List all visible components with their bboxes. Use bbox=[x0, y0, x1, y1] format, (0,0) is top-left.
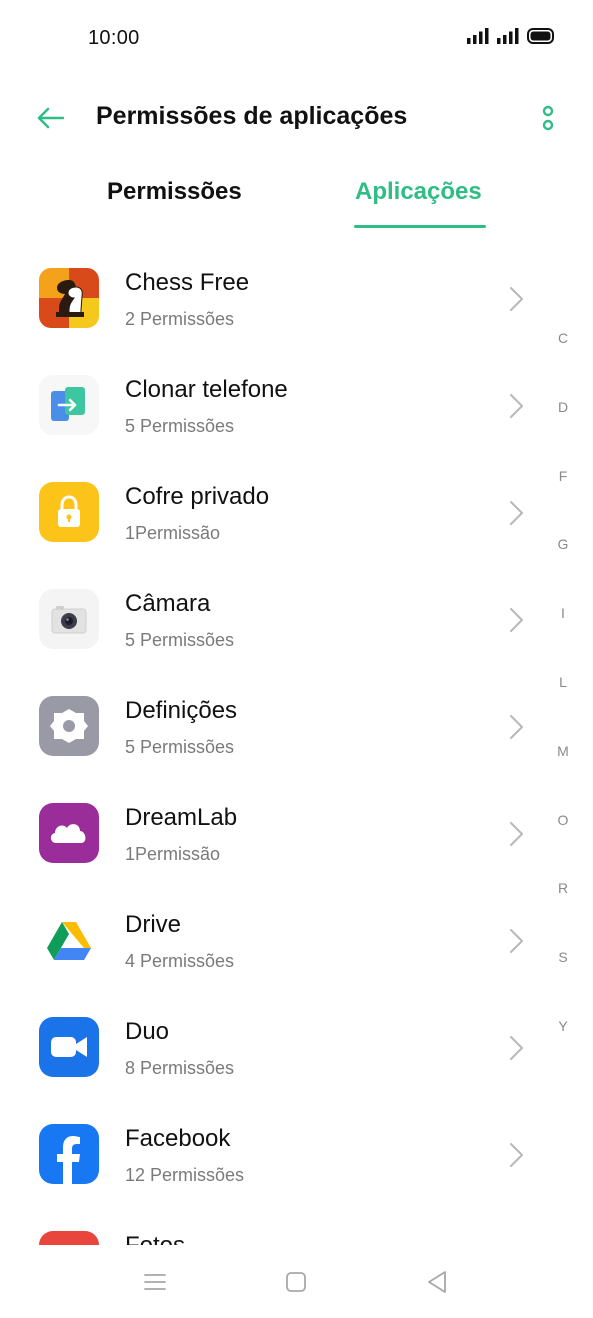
page-title: Permissões de aplicações bbox=[96, 102, 408, 130]
back-triangle-icon bbox=[428, 1271, 446, 1293]
list-item[interactable]: Fotos bbox=[0, 1208, 593, 1245]
photos-app-icon bbox=[39, 1231, 99, 1245]
app-name: Chess Free bbox=[125, 269, 250, 296]
arrow-left-icon bbox=[37, 107, 64, 129]
list-item[interactable]: Facebook 12 Permissões bbox=[0, 1101, 593, 1208]
app-name: Câmara bbox=[125, 590, 211, 617]
more-vertical-icon bbox=[542, 105, 554, 131]
tab-indicator bbox=[354, 225, 486, 228]
home-button[interactable] bbox=[279, 1268, 313, 1296]
chevron-right-icon bbox=[510, 929, 523, 953]
dreamlab-app-icon bbox=[39, 803, 99, 863]
alphabet-index[interactable]: C D F G I L M O R S Y bbox=[548, 330, 578, 1087]
tab-bar: Permissões Aplicações bbox=[0, 164, 593, 234]
drive-app-icon bbox=[39, 910, 99, 970]
app-name: Clonar telefone bbox=[125, 376, 288, 403]
tab-permissoes[interactable]: Permissões bbox=[107, 178, 242, 206]
chevron-right-icon bbox=[510, 287, 523, 311]
duo-app-icon bbox=[39, 1017, 99, 1077]
battery-icon bbox=[527, 28, 554, 44]
alpha-index-letter[interactable]: C bbox=[548, 330, 578, 399]
app-name: Cofre privado bbox=[125, 483, 270, 510]
app-permissions-count: 5 Permissões bbox=[125, 737, 235, 757]
alpha-index-letter[interactable]: Y bbox=[548, 1018, 578, 1087]
chevron-right-icon bbox=[510, 501, 523, 525]
app-permissions-count: 5 Permissões bbox=[125, 416, 235, 436]
app-permissions-count: 2 Permissões bbox=[125, 309, 235, 329]
chevron-right-icon bbox=[510, 715, 523, 739]
app-name: Facebook bbox=[125, 1125, 231, 1152]
app-name: Duo bbox=[125, 1018, 170, 1045]
back-nav-button[interactable] bbox=[420, 1268, 454, 1296]
alpha-index-letter[interactable]: S bbox=[548, 949, 578, 1018]
app-name: Fotos bbox=[125, 1232, 185, 1245]
app-permissions-count: 8 Permissões bbox=[125, 1058, 235, 1078]
app-name: Drive bbox=[125, 911, 182, 938]
list-item[interactable]: Drive 4 Permissões bbox=[0, 887, 593, 994]
app-permissions-count: 1Permissão bbox=[125, 844, 221, 864]
settings-app-icon bbox=[39, 696, 99, 756]
list-item[interactable]: Definições 5 Permissões bbox=[0, 673, 593, 780]
chess-app-icon bbox=[39, 268, 99, 328]
chevron-right-icon bbox=[510, 1143, 523, 1167]
app-permissions-count: 5 Permissões bbox=[125, 630, 235, 650]
chevron-right-icon bbox=[510, 608, 523, 632]
status-icons bbox=[467, 28, 555, 44]
app-name: Definições bbox=[125, 697, 238, 724]
status-bar: 10:00 bbox=[0, 0, 593, 76]
menu-icon bbox=[144, 1274, 166, 1290]
signal-icon bbox=[467, 28, 489, 44]
alpha-index-letter[interactable]: G bbox=[548, 536, 578, 605]
private-safe-app-icon bbox=[39, 482, 99, 542]
alpha-index-letter[interactable]: O bbox=[548, 812, 578, 881]
tab-aplicacoes[interactable]: Aplicações bbox=[355, 178, 482, 206]
signal-icon bbox=[497, 28, 519, 44]
app-name: DreamLab bbox=[125, 804, 238, 831]
recent-apps-button[interactable] bbox=[138, 1268, 172, 1296]
more-options-button[interactable] bbox=[533, 100, 563, 136]
list-item[interactable]: Cofre privado 1Permissão bbox=[0, 459, 593, 566]
navigation-bar bbox=[0, 1246, 593, 1318]
chevron-right-icon bbox=[510, 822, 523, 846]
alpha-index-letter[interactable]: M bbox=[548, 743, 578, 812]
alpha-index-letter[interactable]: L bbox=[548, 674, 578, 743]
app-list: Chess Free 2 Permissões Clonar telefone … bbox=[0, 245, 593, 1245]
camera-app-icon bbox=[39, 589, 99, 649]
list-item[interactable]: DreamLab 1Permissão bbox=[0, 780, 593, 887]
alpha-index-letter[interactable]: D bbox=[548, 399, 578, 468]
list-item[interactable]: Chess Free 2 Permissões bbox=[0, 245, 593, 352]
chevron-right-icon bbox=[510, 1036, 523, 1060]
app-bar: Permissões de aplicações bbox=[0, 84, 593, 154]
chevron-right-icon bbox=[510, 394, 523, 418]
facebook-app-icon bbox=[39, 1124, 99, 1184]
list-item[interactable]: Câmara 5 Permissões bbox=[0, 566, 593, 673]
list-item[interactable]: Clonar telefone 5 Permissões bbox=[0, 352, 593, 459]
status-time: 10:00 bbox=[88, 27, 140, 49]
list-item[interactable]: Duo 8 Permissões bbox=[0, 994, 593, 1101]
app-permissions-count: 4 Permissões bbox=[125, 951, 235, 971]
alpha-index-letter[interactable]: I bbox=[548, 605, 578, 674]
alpha-index-letter[interactable]: R bbox=[548, 880, 578, 949]
back-button[interactable] bbox=[30, 100, 70, 136]
app-permissions-count: 1Permissão bbox=[125, 523, 221, 543]
home-square-icon bbox=[286, 1272, 306, 1292]
clone-phone-app-icon bbox=[39, 375, 99, 435]
alpha-index-letter[interactable]: F bbox=[548, 468, 578, 537]
app-permissions-count: 12 Permissões bbox=[125, 1165, 245, 1185]
